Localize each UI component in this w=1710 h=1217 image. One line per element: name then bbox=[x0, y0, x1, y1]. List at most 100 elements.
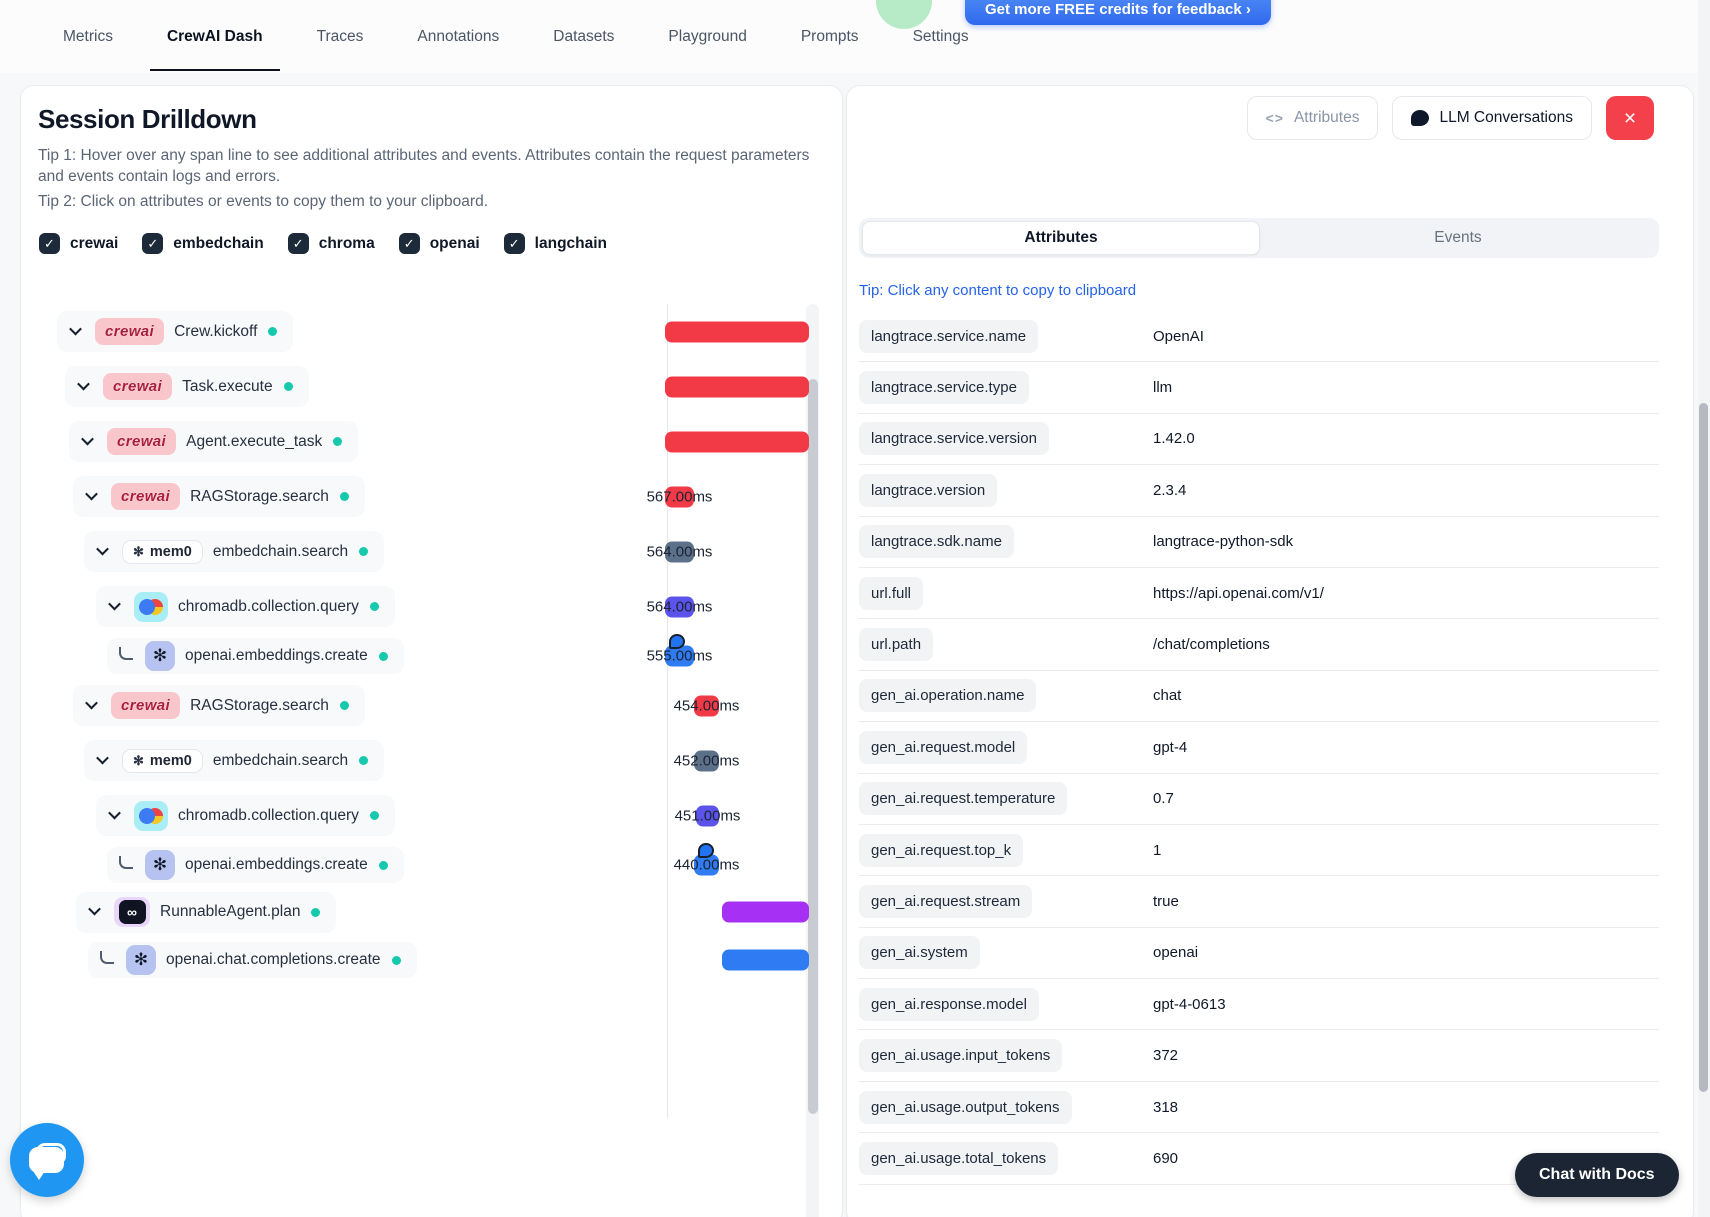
span-row[interactable]: chromadb.collection.query 451.00ms bbox=[21, 788, 842, 843]
tab-traces[interactable]: Traces bbox=[317, 0, 364, 73]
chevron-down-icon[interactable] bbox=[96, 751, 109, 764]
span-box[interactable]: chromadb.collection.query bbox=[96, 586, 395, 627]
span-row[interactable]: ✻ openai.embeddings.create 440.00ms bbox=[21, 843, 842, 887]
page-scrollbar-thumb[interactable] bbox=[1699, 403, 1708, 1092]
span-box[interactable]: ✻ mem0 embedchain.search bbox=[84, 740, 385, 781]
span-box[interactable]: crewai Agent.execute_task bbox=[69, 421, 359, 462]
attribute-value[interactable]: 372 bbox=[1153, 1047, 1178, 1064]
tab-crewai-dash[interactable]: CrewAI Dash bbox=[150, 0, 280, 73]
attribute-key[interactable]: gen_ai.usage.total_tokens bbox=[859, 1141, 1059, 1175]
attribute-row[interactable]: langtrace.version 2.3.4 bbox=[859, 465, 1659, 517]
checkbox-checked-icon[interactable]: ✓ bbox=[287, 233, 309, 254]
chat-with-docs-button[interactable]: Chat with Docs bbox=[1515, 1153, 1679, 1197]
chevron-down-icon[interactable] bbox=[108, 597, 121, 610]
chevron-down-icon[interactable] bbox=[88, 902, 101, 916]
attribute-key[interactable]: gen_ai.request.model bbox=[859, 730, 1028, 764]
attribute-key[interactable]: gen_ai.response.model bbox=[859, 987, 1039, 1021]
span-row[interactable]: crewai RAGStorage.search 454.00ms bbox=[21, 678, 842, 733]
attribute-key[interactable]: gen_ai.request.temperature bbox=[859, 782, 1068, 816]
span-row[interactable]: ✻ mem0 embedchain.search 564.00ms bbox=[21, 524, 842, 579]
llm-conversations-button[interactable]: LLM Conversations bbox=[1392, 96, 1592, 140]
get-credits-button[interactable]: Get more FREE credits for feedback › bbox=[965, 0, 1271, 25]
span-row[interactable]: ✻ mem0 embedchain.search 452.00ms bbox=[21, 733, 842, 788]
attribute-row[interactable]: gen_ai.request.top_k 1 bbox=[859, 825, 1659, 877]
span-row[interactable]: crewai Task.execute bbox=[21, 359, 842, 414]
attribute-key[interactable]: langtrace.service.type bbox=[859, 371, 1029, 405]
filter-crewai[interactable]: ✓ crewai bbox=[39, 233, 118, 254]
span-tree-scrollbar-thumb[interactable] bbox=[807, 379, 818, 1114]
chevron-down-icon[interactable] bbox=[108, 806, 121, 819]
attribute-row[interactable]: gen_ai.operation.name chat bbox=[859, 671, 1659, 723]
checkbox-checked-icon[interactable]: ✓ bbox=[142, 233, 164, 254]
duration-bar[interactable] bbox=[722, 901, 809, 923]
copy-tip-link[interactable]: Tip: Click any content to copy to clipbo… bbox=[859, 282, 1136, 299]
span-box[interactable]: ✻ openai.embeddings.create bbox=[107, 638, 404, 674]
attribute-key[interactable]: langtrace.service.name bbox=[859, 319, 1039, 353]
attribute-key[interactable]: gen_ai.request.stream bbox=[859, 884, 1033, 918]
page-scrollbar[interactable] bbox=[1698, 0, 1710, 1217]
attribute-row[interactable]: langtrace.service.type llm bbox=[859, 362, 1659, 414]
duration-bar[interactable] bbox=[665, 376, 809, 397]
attribute-row[interactable]: gen_ai.response.model gpt-4-0613 bbox=[859, 979, 1659, 1031]
checkbox-checked-icon[interactable]: ✓ bbox=[398, 233, 420, 254]
attribute-row[interactable]: langtrace.service.name OpenAI bbox=[859, 311, 1659, 363]
chevron-down-icon[interactable] bbox=[81, 432, 94, 445]
tab-metrics[interactable]: Metrics bbox=[63, 0, 113, 73]
tab-datasets[interactable]: Datasets bbox=[553, 0, 614, 73]
attribute-key[interactable]: url.path bbox=[859, 628, 934, 662]
attribute-value[interactable]: 318 bbox=[1153, 1099, 1178, 1116]
attribute-row[interactable]: langtrace.sdk.name langtrace-python-sdk bbox=[859, 517, 1659, 568]
attribute-value[interactable]: chat bbox=[1153, 687, 1181, 704]
span-row[interactable]: chromadb.collection.query 564.00ms bbox=[21, 579, 842, 634]
filter-chroma[interactable]: ✓ chroma bbox=[287, 233, 375, 254]
span-box[interactable]: chromadb.collection.query bbox=[96, 795, 395, 836]
attribute-key[interactable]: gen_ai.request.top_k bbox=[859, 833, 1024, 867]
attribute-key[interactable]: langtrace.sdk.name bbox=[859, 525, 1014, 559]
attribute-value[interactable]: gpt-4 bbox=[1153, 739, 1187, 756]
attribute-row[interactable]: url.path/chat/completions bbox=[859, 619, 1659, 671]
span-row[interactable]: ✻ openai.embeddings.create 555.00ms bbox=[21, 634, 842, 678]
attribute-value[interactable]: llm bbox=[1153, 379, 1172, 396]
filter-openai[interactable]: ✓ openai bbox=[398, 233, 480, 254]
span-box[interactable]: crewai RAGStorage.search bbox=[73, 476, 365, 517]
attribute-value[interactable]: /chat/completions bbox=[1153, 636, 1270, 653]
attribute-value[interactable]: https://api.openai.com/v1/ bbox=[1153, 585, 1324, 602]
attribute-value[interactable]: 0.7 bbox=[1153, 790, 1174, 807]
tab-playground[interactable]: Playground bbox=[668, 0, 746, 73]
attribute-key[interactable]: gen_ai.usage.input_tokens bbox=[859, 1039, 1063, 1073]
chevron-down-icon[interactable] bbox=[69, 322, 82, 335]
attribute-row[interactable]: url.full https://api.openai.com/v1/ bbox=[859, 568, 1659, 620]
checkbox-checked-icon[interactable]: ✓ bbox=[503, 233, 525, 254]
span-box[interactable]: ∞ RunnableAgent.plan bbox=[76, 891, 337, 933]
checkbox-checked-icon[interactable]: ✓ bbox=[39, 233, 60, 254]
attribute-value[interactable]: 2.3.4 bbox=[1153, 482, 1186, 499]
attribute-row[interactable]: langtrace.service.version 1.42.0 bbox=[859, 414, 1659, 466]
attribute-key[interactable]: url.full bbox=[859, 576, 924, 610]
span-box[interactable]: crewai Crew.kickoff bbox=[57, 311, 294, 352]
chevron-down-icon[interactable] bbox=[85, 696, 98, 709]
attribute-row[interactable]: gen_ai.request.temperature 0.7 bbox=[859, 774, 1659, 825]
span-row[interactable]: ✻ openai.chat.completions.create bbox=[21, 937, 842, 983]
span-box[interactable]: crewai RAGStorage.search bbox=[73, 685, 365, 726]
span-row[interactable]: crewai Agent.execute_task bbox=[21, 414, 842, 469]
chevron-down-icon[interactable] bbox=[85, 487, 98, 500]
attribute-key[interactable]: gen_ai.usage.output_tokens bbox=[859, 1090, 1072, 1124]
duration-bar[interactable] bbox=[722, 949, 809, 971]
attribute-value[interactable]: langtrace-python-sdk bbox=[1153, 533, 1293, 550]
attributes-view-button[interactable]: <> Attributes bbox=[1246, 96, 1379, 140]
tab-annotations[interactable]: Annotations bbox=[417, 0, 499, 73]
attribute-key[interactable]: langtrace.version bbox=[859, 473, 998, 507]
span-box[interactable]: ✻ openai.chat.completions.create bbox=[88, 942, 417, 978]
attribute-row[interactable]: gen_ai.usage.output_tokens 318 bbox=[859, 1082, 1659, 1134]
attribute-value[interactable]: 1.42.0 bbox=[1153, 430, 1195, 447]
close-button[interactable]: × bbox=[1606, 96, 1654, 140]
chevron-down-icon[interactable] bbox=[96, 542, 109, 555]
duration-bar[interactable] bbox=[665, 321, 809, 342]
attribute-value[interactable]: 1 bbox=[1153, 842, 1161, 859]
tab-attributes[interactable]: Attributes bbox=[862, 221, 1260, 255]
span-row[interactable]: ∞ RunnableAgent.plan bbox=[21, 887, 842, 937]
attribute-row[interactable]: gen_ai.request.stream true bbox=[859, 876, 1659, 928]
duration-bar[interactable] bbox=[665, 431, 809, 452]
span-row[interactable]: crewai Crew.kickoff bbox=[21, 304, 842, 359]
attribute-row[interactable]: gen_ai.usage.input_tokens 372 bbox=[859, 1030, 1659, 1082]
